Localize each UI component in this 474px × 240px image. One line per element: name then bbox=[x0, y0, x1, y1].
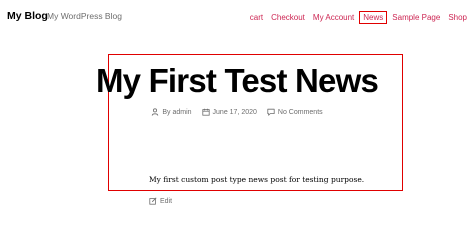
post-date[interactable]: June 17, 2020 bbox=[201, 108, 257, 116]
post-comments[interactable]: No Comments bbox=[267, 108, 323, 116]
site-description: My WordPress Blog bbox=[47, 11, 122, 21]
nav-item-sample-page[interactable]: Sample Page bbox=[392, 13, 440, 22]
person-icon bbox=[152, 108, 159, 116]
site-title[interactable]: My Blog bbox=[7, 10, 48, 22]
post-meta: By admin June 17, 2020 No Comments bbox=[0, 108, 474, 116]
edit-link[interactable]: Edit bbox=[149, 197, 172, 205]
post-date-label: June 17, 2020 bbox=[212, 108, 257, 116]
primary-navigation: cart Checkout My Account News Sample Pag… bbox=[250, 11, 467, 24]
nav-item-checkout[interactable]: Checkout bbox=[271, 13, 305, 22]
edit-icon bbox=[149, 197, 157, 205]
nav-item-cart[interactable]: cart bbox=[250, 13, 263, 22]
post-title: My First Test News bbox=[95, 62, 379, 99]
post-author-label: By admin bbox=[162, 108, 192, 116]
nav-item-my-account[interactable]: My Account bbox=[313, 13, 354, 22]
calendar-icon bbox=[201, 108, 210, 116]
post-author[interactable]: By admin bbox=[151, 108, 192, 116]
post-comments-label: No Comments bbox=[277, 108, 323, 116]
post-content: My first custom post type news post for … bbox=[149, 175, 365, 184]
nav-item-news[interactable]: News bbox=[359, 11, 388, 24]
nav-item-shop[interactable]: Shop bbox=[448, 13, 467, 22]
comment-icon bbox=[267, 108, 275, 116]
edit-label: Edit bbox=[160, 197, 173, 205]
